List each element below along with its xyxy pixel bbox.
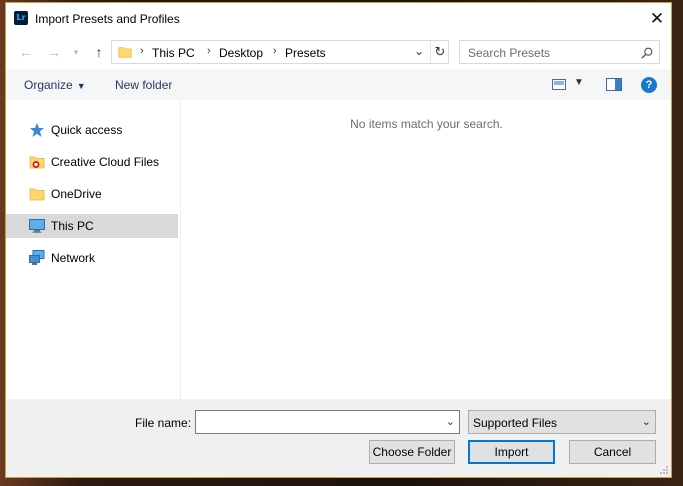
chevron-down-icon: ⌄ <box>641 416 651 428</box>
chevron-down-icon[interactable]: ⌄ <box>446 415 455 428</box>
breadcrumb-separator-icon: › <box>207 45 211 57</box>
computer-icon <box>29 219 45 233</box>
nav-item-network[interactable]: Network <box>6 246 178 270</box>
back-button[interactable]: ← <box>16 42 36 62</box>
cancel-button[interactable]: Cancel <box>569 440 656 464</box>
creative-cloud-folder-icon <box>29 156 45 169</box>
navigation-pane: Quick access Creative Cloud Files OneDri… <box>6 100 181 399</box>
choose-folder-button[interactable]: Choose Folder <box>369 440 455 464</box>
breadcrumb-desktop[interactable]: Desktop <box>219 46 263 60</box>
import-button[interactable]: Import <box>468 440 555 464</box>
folder-icon <box>118 47 132 58</box>
address-divider <box>430 41 431 63</box>
nav-item-onedrive[interactable]: OneDrive <box>6 182 178 206</box>
help-icon[interactable]: ? <box>641 77 657 93</box>
address-history-dropdown[interactable]: ⌄ <box>414 44 424 58</box>
nav-item-label: This PC <box>51 219 94 233</box>
breadcrumb-this-pc[interactable]: This PC <box>152 46 195 60</box>
nav-item-label: Creative Cloud Files <box>51 155 160 169</box>
breadcrumb-separator-icon: › <box>140 45 144 57</box>
star-icon <box>30 123 44 137</box>
resize-grip-icon[interactable] <box>659 465 669 475</box>
nav-item-quick-access[interactable]: Quick access <box>6 118 178 142</box>
command-toolbar: Organize ▼ New folder ▼ ? <box>6 69 671 100</box>
address-bar[interactable]: › This PC › Desktop › Presets ⌄ ↻ <box>111 40 449 64</box>
nav-item-creative-cloud-files[interactable]: Creative Cloud Files <box>6 150 178 174</box>
empty-results-message: No items match your search. <box>350 117 503 131</box>
nav-item-label: OneDrive <box>51 187 102 201</box>
search-input[interactable]: Search Presets <box>468 46 550 60</box>
breadcrumb-separator-icon: › <box>273 45 277 57</box>
forward-button[interactable]: → <box>44 42 64 62</box>
lightroom-app-icon: Lr <box>14 11 28 25</box>
arrow-left-icon: ← <box>19 44 33 60</box>
arrow-right-icon: → <box>47 44 61 60</box>
folder-icon <box>29 188 45 201</box>
arrow-up-icon: ↑ <box>95 44 103 60</box>
file-name-field[interactable]: ⌄ <box>195 410 460 434</box>
search-icon[interactable] <box>640 46 654 60</box>
refresh-icon: ↻ <box>434 44 446 59</box>
file-name-label: File name: <box>135 416 192 430</box>
file-type-value: Supported Files <box>473 416 558 430</box>
organize-label: Organize <box>24 78 73 92</box>
view-options-dropdown[interactable]: ▼ <box>574 77 584 88</box>
up-button[interactable]: ↑ <box>89 42 109 62</box>
chevron-down-icon: ▾ <box>73 47 79 57</box>
breadcrumb-presets[interactable]: Presets <box>285 46 326 60</box>
change-view-icon[interactable] <box>552 79 566 90</box>
organize-menu[interactable]: Organize ▼ <box>24 78 86 92</box>
import-dialog: Lr Import Presets and Profiles ✕ ← → ▾ ↑… <box>5 2 672 478</box>
network-icon <box>29 250 45 265</box>
close-button[interactable]: ✕ <box>646 8 668 30</box>
preview-pane-icon[interactable] <box>606 78 622 91</box>
file-type-select[interactable]: Supported Files ⌄ <box>468 410 656 434</box>
title-bar: Lr Import Presets and Profiles ✕ <box>6 3 671 35</box>
recent-locations-button[interactable]: ▾ <box>66 42 86 62</box>
search-box[interactable]: Search Presets <box>459 40 660 64</box>
nav-item-this-pc[interactable]: This PC <box>6 214 178 238</box>
nav-item-label: Quick access <box>51 123 123 137</box>
dialog-footer: File name: ⌄ Supported Files ⌄ Choose Fo… <box>6 399 671 477</box>
caret-down-icon: ▼ <box>76 81 86 91</box>
window-title: Import Presets and Profiles <box>35 12 180 26</box>
refresh-button[interactable]: ↻ <box>432 43 448 61</box>
file-list-area[interactable]: No items match your search. <box>182 100 671 399</box>
new-folder-button[interactable]: New folder <box>115 78 172 92</box>
nav-item-label: Network <box>51 251 96 265</box>
